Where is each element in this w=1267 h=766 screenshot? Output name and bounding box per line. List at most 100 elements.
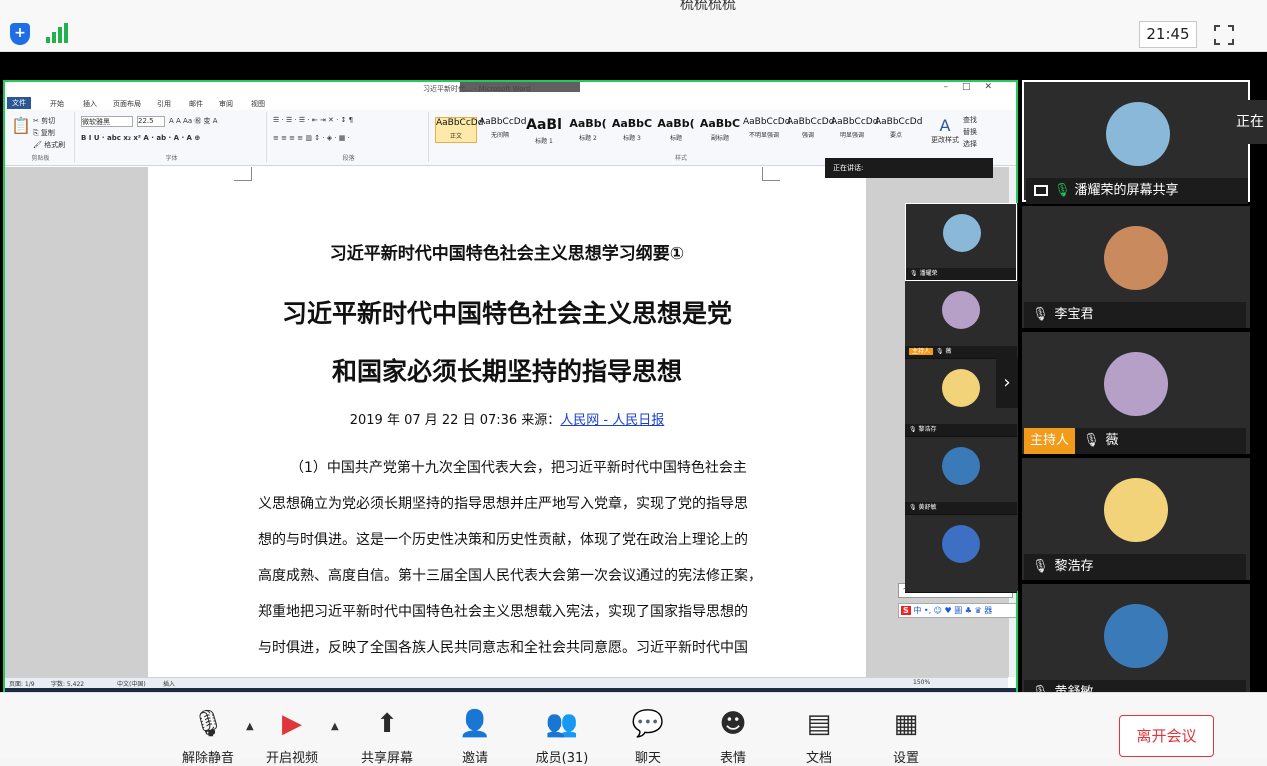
participant-label: 🎙 李宝君 — [1024, 302, 1246, 328]
meeting-toolbar: 🎙 解除静音 ▲ ▶ 开启视频 ▲ ⬆ 共享屏幕 👤 邀请 👥 成员(31) 💬 聊天 ☻ 表… — [0, 692, 1267, 766]
font-name-select[interactable]: 微软雅黑 — [81, 116, 133, 127]
chat-button[interactable]: 💬 聊天 — [613, 709, 683, 766]
reactions-button[interactable]: ☻ 表情 — [698, 709, 768, 766]
chevron-up-icon[interactable]: ▲ — [246, 721, 254, 732]
shield-icon[interactable]: + — [10, 23, 30, 45]
status-words[interactable]: 字数: 5,422 — [51, 679, 84, 688]
start-video-button[interactable]: ▶ 开启视频 — [257, 709, 327, 766]
font-size-controls[interactable]: A A Aa ㊗ 变 A — [169, 116, 218, 126]
status-mode[interactable]: 插入 — [163, 679, 175, 688]
signal-strength-icon[interactable] — [46, 23, 68, 43]
style-sample: AaBb( — [657, 117, 695, 130]
doc-date: 2019 年 07 月 22 日 07:36 来源： — [349, 413, 561, 428]
participant-tile[interactable]: 主持人 🎙 薇 — [1022, 332, 1250, 454]
participant-name: 薇 — [1105, 433, 1119, 448]
document-page[interactable]: 习近平新时代中国特色社会主义思想学习纲要① 习近平新时代中国特色社会主义思想是党… — [148, 167, 866, 677]
font-size-select[interactable]: 22.5 — [137, 116, 165, 127]
mini-video-tile[interactable]: 🎙 潘耀荣 — [905, 203, 1017, 281]
ime-buttons[interactable]: 中 •, ☺ ♥ 圖 ♣ ♛ 器 — [913, 606, 992, 615]
tab-mailings[interactable]: 邮件 — [189, 99, 203, 109]
meeting-top-bar: + 梳梳梳梳 21:45 — [0, 0, 1267, 52]
ime-toolbar[interactable]: S 中 •, ☺ ♥ 圖 ♣ ♛ 器 — [898, 603, 1016, 618]
mini-tile-name: 薇 — [945, 348, 952, 355]
style-gallery-item[interactable]: AaBb(标题 — [655, 117, 697, 143]
font-format-buttons[interactable]: B I U · abc x₂ x² A · ab · A · A ⊕ — [81, 134, 200, 142]
style-gallery-item[interactable]: AaBbCcDd 不明显强调 — [743, 117, 790, 143]
share-screen-label: 共享屏幕 — [360, 751, 413, 766]
tab-references[interactable]: 引用 — [157, 99, 171, 109]
status-language[interactable]: 中文(中国) — [117, 679, 146, 688]
style-sample: AaBbCcDd — [787, 117, 835, 127]
doc-paragraph-line: 想的与时俱进。这是一个历史性决策和历史性贡献，体现了党在政治上理论上的 — [258, 532, 748, 548]
mini-tile-label: 🎙 潘耀荣 — [906, 268, 1016, 280]
replace-button[interactable]: 替换 — [963, 128, 977, 136]
select-button[interactable]: 选择 — [963, 140, 977, 148]
style-name: 标题 1 — [535, 138, 553, 145]
ime-logo-icon: S — [901, 606, 911, 615]
style-sample: AaBl — [526, 117, 562, 133]
avatar — [942, 291, 980, 329]
doc-paragraph-line: 义思想确立为党必须长期坚持的指导思想并庄严地写入党章，实现了党的指导思 — [258, 496, 748, 512]
style-name: 副标题 — [710, 135, 729, 142]
tab-insert[interactable]: 插入 — [83, 99, 97, 109]
window-controls[interactable]: –□✕ — [943, 82, 1006, 92]
invite-button[interactable]: 👤 邀请 — [440, 709, 510, 766]
status-page[interactable]: 页面: 1/9 — [9, 679, 35, 688]
users-icon: 👥 — [545, 709, 579, 739]
participant-label: 主持人 🎙 薇 — [1024, 428, 1246, 454]
side-status: 正在 — [1226, 100, 1267, 144]
style-gallery-item[interactable]: AaBl 标题 1 — [523, 117, 565, 145]
chevron-right-icon[interactable]: › — [996, 358, 1018, 408]
style-gallery-item[interactable]: AaBbCcDd 无间隔 — [479, 117, 526, 143]
tab-home[interactable]: 开始 — [50, 99, 64, 109]
title-fragment: 梳梳梳梳 — [680, 0, 736, 13]
mini-video-tile[interactable]: 主持人 🎙 薇 — [905, 281, 1017, 359]
doc-paragraph-line: 郑重地把习近平新时代中国特色社会主义思想载入宪法，实现了国家指导思想的 — [258, 604, 748, 620]
style-gallery-item[interactable]: AaBbCcDd 要点 — [875, 117, 922, 143]
tab-page-layout[interactable]: 页面布局 — [113, 99, 141, 109]
cut-button[interactable]: ✂ 剪切 — [33, 116, 55, 126]
paste-icon[interactable]: 📋 — [11, 116, 31, 135]
share-screen-icon: ⬆ — [376, 709, 398, 739]
list-buttons[interactable]: ☰ · ☰ · ☰ · ⇤ ⇥ ✕ · ↕ ¶ — [273, 116, 353, 124]
group-label: 字体 — [165, 155, 178, 162]
mini-video-tile[interactable] — [905, 515, 1017, 593]
style-gallery-item[interactable]: AaBbC 标题 3 — [611, 117, 653, 143]
tab-file[interactable]: 文件 — [7, 97, 31, 109]
copy-button[interactable]: ⎘ 复制 — [33, 128, 55, 138]
participant-tile[interactable]: 🎙 黎浩存 — [1022, 458, 1250, 580]
mic-off-icon: 🎙 — [1083, 433, 1100, 448]
zoom-level[interactable]: 150% — [913, 679, 930, 686]
style-gallery-item[interactable]: AaBb(标题 2 — [567, 117, 609, 143]
docs-button[interactable]: ▤ 文档 — [784, 709, 854, 766]
reactions-label: 表情 — [719, 751, 746, 766]
doc-source-link[interactable]: 人民网 - 人民日报 — [560, 413, 664, 428]
unmute-button[interactable]: 🎙 解除静音 — [173, 709, 243, 766]
participant-tile[interactable]: 🎙 潘耀荣的屏幕共享 — [1022, 80, 1250, 204]
style-gallery-item[interactable]: AaBbCcDd 明显强调 — [831, 117, 878, 143]
style-gallery-item[interactable]: AaBbC 副标题 — [699, 117, 741, 143]
share-screen-button[interactable]: ⬆ 共享屏幕 — [352, 709, 422, 766]
tab-review[interactable]: 审阅 — [219, 99, 233, 109]
participant-list: 🎙潘耀荣的屏幕共享🎙李宝君主持人🎙薇🎙黎浩存🎙黄舒敏 — [1022, 80, 1250, 706]
chevron-up-icon[interactable]: ▲ — [331, 721, 339, 732]
fullscreen-icon[interactable] — [1214, 25, 1234, 45]
find-button[interactable]: 查找 — [963, 116, 977, 124]
change-styles-button[interactable]: A 更改样式 — [930, 116, 960, 145]
participant-name: 潘耀荣的屏幕共享 — [1074, 183, 1179, 198]
mini-video-tile[interactable]: 🎙 黄舒敏 — [905, 437, 1017, 515]
tab-view[interactable]: 视图 — [251, 99, 265, 109]
leave-meeting-button[interactable]: 离开会议 — [1119, 715, 1214, 757]
participant-tile[interactable]: 🎙 李宝君 — [1022, 206, 1250, 328]
mic-off-icon: 🎙 — [1032, 559, 1049, 574]
editing-group: 查找 替换 选择 — [963, 114, 977, 150]
speaking-indicator: 正在讲话: — [825, 158, 993, 178]
style-gallery-item[interactable]: AaBbCcDd 正文 — [435, 117, 483, 143]
align-buttons[interactable]: ≡ ≡ ≡ ≡ ▥ ↕ · ◈ · ▦ · — [273, 134, 350, 142]
style-gallery-item[interactable]: AaBbCcDd 强调 — [787, 117, 834, 143]
participant-tile[interactable]: 🎙黄舒敏 — [1022, 584, 1250, 706]
settings-button[interactable]: ▦ 设置 — [871, 709, 941, 766]
members-button[interactable]: 👥 成员(31) — [527, 709, 597, 766]
format-painter-button[interactable]: 🖌 格式刷 — [33, 140, 65, 150]
style-name: 明显强调 — [839, 132, 864, 139]
